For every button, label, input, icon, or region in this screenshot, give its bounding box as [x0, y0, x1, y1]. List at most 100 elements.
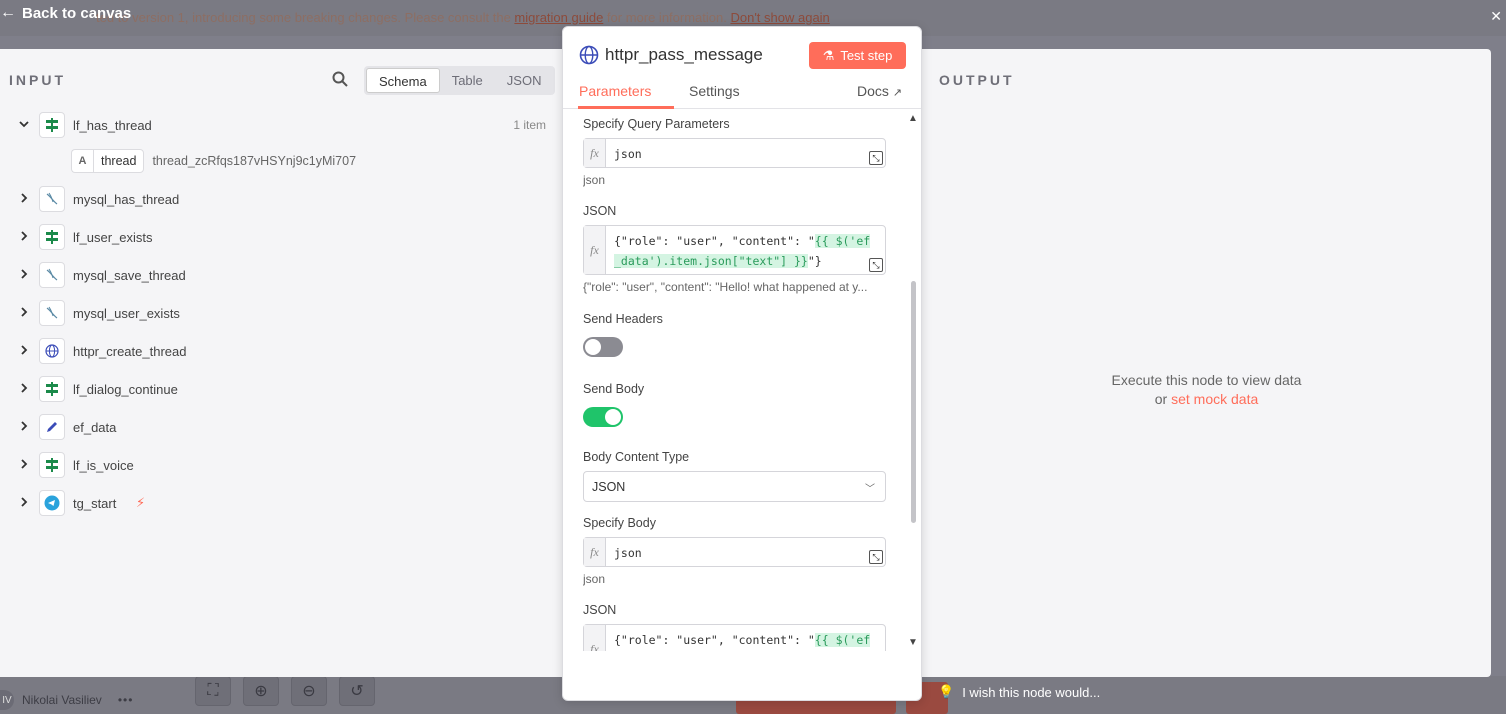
- tree-row-lf-is-voice[interactable]: lf_is_voice: [0, 450, 550, 480]
- trigger-bolt-icon: ⚡: [136, 495, 146, 510]
- node-title[interactable]: httpr_pass_message: [605, 45, 763, 65]
- migration-guide-link[interactable]: migration guide: [514, 10, 603, 25]
- test-step-button[interactable]: ⚗ Test step: [809, 42, 906, 69]
- json-body-input[interactable]: fx {"role": "user", "content": "{{ $('ef…: [583, 624, 886, 651]
- body-content-type-select[interactable]: JSON ﹀: [583, 471, 886, 502]
- zoom-out-icon: ⊖: [302, 683, 316, 700]
- view-mode-switch: Schema Table JSON: [364, 66, 556, 95]
- output-title: OUTPUT: [939, 72, 1015, 88]
- signpost-icon: [39, 376, 65, 402]
- tree-row-mysql-save-thread[interactable]: mysql_save_thread: [0, 260, 550, 290]
- telegram-icon: [39, 490, 65, 516]
- chevron-right-icon[interactable]: [17, 192, 31, 206]
- schema-field: A thread thread_zcRfqs187vHSYnj9c1yMi707: [71, 149, 356, 173]
- expand-icon[interactable]: ⤡: [869, 151, 883, 165]
- chevron-right-icon[interactable]: [17, 306, 31, 320]
- tab-table[interactable]: Table: [440, 68, 495, 93]
- body-content-type-label: Body Content Type: [583, 450, 690, 464]
- tree-node-name: mysql_save_thread: [73, 267, 186, 283]
- send-headers-toggle[interactable]: [583, 337, 623, 357]
- specify-body-input[interactable]: fx json ⤡: [583, 537, 886, 567]
- expand-icon[interactable]: ⤡: [869, 258, 883, 272]
- tree-row-mysql-has-thread[interactable]: mysql_has_thread: [0, 184, 550, 214]
- reset-zoom-button[interactable]: ↺: [339, 676, 375, 706]
- chevron-right-icon[interactable]: [17, 344, 31, 358]
- chevron-right-icon[interactable]: [17, 458, 31, 472]
- chevron-right-icon[interactable]: [17, 268, 31, 282]
- tree-node-name: mysql_user_exists: [73, 305, 180, 321]
- zoom-out-button[interactable]: ⊖: [291, 676, 327, 706]
- item-count: 1 item: [513, 118, 546, 132]
- scroll-up-icon[interactable]: ▲: [908, 113, 918, 124]
- tree-row-ef-data[interactable]: ef_data: [0, 412, 550, 442]
- tree-node-name: mysql_has_thread: [73, 191, 180, 207]
- input-pane: INPUT Schema Table JSON lf_has_thread 1 i…: [0, 49, 562, 677]
- signpost-icon: [39, 112, 65, 138]
- chevron-down-icon[interactable]: [17, 119, 31, 132]
- field-key-pill[interactable]: thread: [93, 149, 145, 173]
- chevron-right-icon[interactable]: [17, 420, 31, 434]
- fit-view-button[interactable]: ⛶: [195, 676, 231, 706]
- avatar: IV: [0, 690, 14, 710]
- close-icon[interactable]: ✕: [1490, 8, 1502, 25]
- scrollbar[interactable]: [911, 281, 916, 523]
- node-parameters-panel: httpr_pass_message ⚗ Test step Parameter…: [562, 26, 922, 701]
- undo-icon: ↺: [350, 683, 364, 700]
- user-name: Nikolai Vasiliev: [22, 693, 102, 707]
- back-to-canvas-button[interactable]: ← Back to canvas: [0, 4, 131, 22]
- tree-row-mysql-user-exists[interactable]: mysql_user_exists: [0, 298, 550, 328]
- banner-text: ted to version 1, introducing some break…: [96, 10, 830, 25]
- field-value: thread_zcRfqs187vHSYnj9c1yMi707: [152, 154, 357, 168]
- tree-row-lf-user-exists[interactable]: lf_user_exists: [0, 222, 550, 252]
- tree-row-httpr-create-thread[interactable]: httpr_create_thread: [0, 336, 550, 366]
- fx-icon: fx: [584, 538, 606, 566]
- user-menu[interactable]: IV Nikolai Vasiliev •••: [0, 690, 133, 710]
- tree-node-name: lf_has_thread: [73, 117, 152, 133]
- json-preview: {"role": "user", "content": "Hello! what…: [583, 280, 868, 294]
- chevron-right-icon[interactable]: [17, 496, 31, 510]
- tree-node-name: tg_start: [73, 495, 117, 511]
- chevron-right-icon[interactable]: [17, 382, 31, 396]
- query-params-label: Specify Query Parameters: [583, 117, 730, 131]
- tree-row-lf-dialog-continue[interactable]: lf_dialog_continue: [0, 374, 550, 404]
- output-empty-message: Execute this node to view data or set mo…: [1111, 372, 1302, 407]
- query-params-hint: json: [583, 173, 606, 187]
- mysql-icon: [39, 262, 65, 288]
- tree-node-name: httpr_create_thread: [73, 343, 187, 359]
- tree-row-tg-start[interactable]: tg_start ⚡: [0, 488, 550, 518]
- parameters-body: ▲ ▼ Specify Query Parameters fx json ⤡ j…: [563, 111, 921, 651]
- tree-row-lf-has-thread[interactable]: lf_has_thread 1 item: [0, 110, 550, 140]
- feedback-link[interactable]: 💡 I wish this node would...: [938, 684, 1100, 700]
- more-options-icon[interactable]: •••: [118, 693, 134, 707]
- tab-settings[interactable]: Settings: [689, 83, 740, 99]
- external-link-icon: ↗: [892, 87, 903, 99]
- panel-header: httpr_pass_message ⚗ Test step Parameter…: [563, 27, 921, 109]
- signpost-icon: [39, 224, 65, 250]
- search-icon[interactable]: [332, 71, 348, 92]
- flask-icon: ⚗: [822, 47, 835, 63]
- json-body-label: JSON: [583, 603, 617, 617]
- send-body-toggle[interactable]: [583, 407, 623, 427]
- set-mock-data-link[interactable]: set mock data: [1171, 391, 1258, 407]
- send-headers-label: Send Headers: [583, 312, 663, 326]
- dont-show-again-link[interactable]: Don't show again: [730, 10, 829, 25]
- chevron-down-icon: ﹀: [865, 484, 875, 495]
- json-input[interactable]: fx {"role": "user", "content": "{{ $('ef…: [583, 225, 886, 275]
- fx-icon: fx: [584, 625, 606, 651]
- tab-schema[interactable]: Schema: [366, 68, 440, 93]
- scroll-down-icon[interactable]: ▼: [908, 637, 918, 648]
- lightbulb-icon: 💡: [938, 684, 955, 699]
- expand-icon[interactable]: ⤡: [869, 550, 883, 564]
- arrow-left-icon: ←: [0, 4, 16, 21]
- zoom-in-icon: ⊕: [254, 683, 268, 700]
- fx-icon: fx: [584, 226, 606, 274]
- zoom-in-button[interactable]: ⊕: [243, 676, 279, 706]
- tree-node-name: lf_dialog_continue: [73, 381, 178, 397]
- tab-docs[interactable]: Docs ↗: [857, 83, 902, 99]
- fx-icon: fx: [584, 139, 606, 167]
- query-params-input[interactable]: fx json ⤡: [583, 138, 886, 168]
- tab-parameters[interactable]: Parameters: [579, 83, 651, 99]
- tab-json[interactable]: JSON: [495, 68, 554, 93]
- pencil-icon: [39, 414, 65, 440]
- chevron-right-icon[interactable]: [17, 230, 31, 244]
